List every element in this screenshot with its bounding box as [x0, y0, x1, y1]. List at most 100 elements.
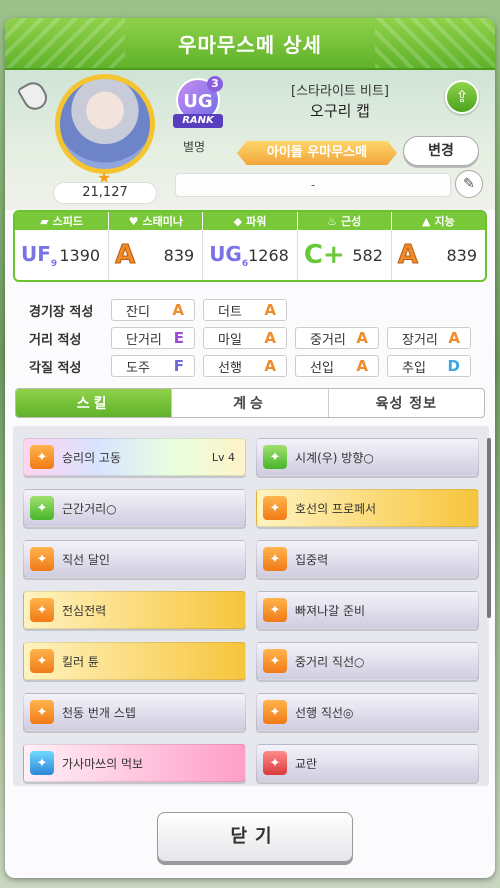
stat-grade: C+ [303, 240, 345, 270]
muscle-icon: ◆ [233, 214, 243, 228]
character-title: [스타라이트 비트] [291, 84, 389, 99]
shoe-icon: ▰ [40, 214, 49, 228]
share-icon: ⇪ [455, 87, 469, 106]
skill-name: 근간거리○ [62, 501, 117, 516]
character-portrait [60, 79, 150, 169]
skill-name: 교란 [295, 756, 318, 771]
aptitude-turf: 잔디 A [111, 299, 195, 321]
aptitude-dirt: 더트 A [203, 299, 287, 321]
aptitude-leader: 선행 A [203, 355, 287, 377]
tab-skills[interactable]: 스킬 [16, 389, 173, 417]
skill-icon: ✦ [30, 751, 54, 775]
aptitude-betweener: 선입 A [295, 355, 379, 377]
rank-badge-level: 3 [207, 76, 223, 92]
aptitude-label: 각질 적성 [29, 360, 82, 376]
pencil-icon: ✎ [463, 176, 475, 192]
detail-panel: 우마무스메 상세 ★ 21,127 UG 3 RANK 별명 [스타라이트 비트… [5, 18, 495, 878]
aptitude-label: 경기장 적성 [29, 304, 94, 320]
skill-name: 직선 달인 [62, 552, 110, 567]
skill-card[interactable]: ✦ 전심전력 [23, 591, 246, 629]
portrait-frame[interactable] [55, 74, 155, 174]
stat-wit: A 839 [392, 230, 485, 280]
skill-list-scrollbar[interactable] [487, 438, 491, 618]
aptitude-mile: 마일 A [203, 327, 287, 349]
stats-header: ▰ 스피드 ♥ 스태미나 ◆ 파워 ♨ 근성 ▲ 지능 [15, 212, 485, 230]
edit-comment-button[interactable]: ✎ [455, 170, 483, 198]
skill-card[interactable]: ✦ 선행 직선◎ [256, 693, 479, 731]
skill-card[interactable]: ✦ 빠져나갈 준비 [256, 591, 479, 629]
character-name: 오구리 캡 [310, 102, 370, 120]
skill-card[interactable]: ✦ 가사마쓰의 먹보 [23, 744, 246, 782]
nickname-ribbon: 아이돌 우마무스메 [237, 141, 397, 165]
skill-card[interactable]: ✦ 천동 번개 스텝 [23, 693, 246, 731]
aptitude-row-distance: 거리 적성 단거리 E 마일 A 중거리 A 장거리 A [29, 324, 479, 352]
skill-icon: ✦ [263, 649, 287, 673]
skill-name: 선행 직선◎ [295, 705, 354, 720]
stat-header-speed: ▰ 스피드 [15, 212, 110, 230]
window-title: 우마무스메 상세 [5, 18, 495, 70]
skill-name: 승리의 고동 [62, 450, 122, 465]
skill-card[interactable]: ✦ 근간거리○ [23, 489, 246, 527]
skill-name: 천동 번개 스텝 [62, 705, 136, 720]
flame-icon: ♨ [327, 214, 338, 228]
skill-icon: ✦ [30, 445, 54, 469]
stat-grade: A [115, 240, 136, 271]
rank-badge: UG 3 RANK [173, 76, 223, 134]
stat-stamina: A 839 [109, 230, 204, 280]
profile-header: ★ 21,127 UG 3 RANK 별명 [스타라이트 비트] 오구리 캡 ⇪… [5, 70, 495, 210]
close-button[interactable]: 닫기 [157, 812, 353, 862]
stat-header-wit: ▲ 지능 [422, 214, 455, 229]
skill-card[interactable]: ✦ 직선 달인 [23, 540, 246, 578]
stat-speed: UF9 1390 [15, 230, 110, 280]
skill-icon: ✦ [263, 547, 287, 571]
skill-icon: ✦ [263, 751, 287, 775]
stats-values: UF9 1390 A 839 UG6 1268 C+ 582 A 839 [15, 230, 485, 280]
stat-header-guts: ♨ 근성 [298, 212, 392, 230]
skill-card[interactable]: ✦ 킬러 튠 [23, 642, 246, 680]
skill-card[interactable]: ✦ 집중력 [256, 540, 479, 578]
skill-name: 시계(우) 방향○ [295, 450, 374, 465]
aptitude-row-track: 경기장 적성 잔디 A 더트 A [29, 296, 479, 324]
skill-name: 킬러 튠 [62, 654, 99, 669]
skill-card[interactable]: ✦ 승리의 고동 Lv 4 [23, 438, 246, 476]
skill-icon: ✦ [263, 700, 287, 724]
fan-count: 21,127 [53, 182, 157, 204]
aptitude-label: 거리 적성 [29, 332, 82, 348]
stat-header-stamina: ♥ 스태미나 [109, 212, 204, 230]
skill-name: 빠져나갈 준비 [295, 603, 366, 618]
aptitude-sprint: 단거리 E [111, 327, 195, 349]
stat-value: 1390 [59, 245, 101, 265]
skill-card[interactable]: ✦ 호선의 프로페서 [256, 489, 479, 527]
carrot-icon [16, 77, 52, 115]
aptitude-runner: 도주 F [111, 355, 195, 377]
stat-grade: UF9 [21, 241, 58, 269]
aptitude-medium: 중거리 A [295, 327, 379, 349]
skill-icon: ✦ [263, 496, 287, 520]
rank-label: RANK [173, 114, 223, 128]
share-button[interactable]: ⇪ [445, 80, 479, 114]
skill-icon: ✦ [30, 547, 54, 571]
skill-card[interactable]: ✦ 교란 [256, 744, 479, 782]
skill-card[interactable]: ✦ 중거리 직선○ [256, 642, 479, 680]
skill-level: Lv 4 [211, 450, 235, 464]
skill-icon: ✦ [30, 700, 54, 724]
tab-training-info[interactable]: 육성 정보 [329, 389, 484, 417]
skill-icon: ✦ [30, 598, 54, 622]
skill-name: 중거리 직선○ [295, 654, 365, 669]
skill-name: 호선의 프로페서 [295, 501, 377, 516]
aptitude-section: 경기장 적성 잔디 A 더트 A 거리 적성 단거리 E 마일 A 중거리 A 장거리 A … [29, 296, 479, 380]
stat-header-power: ◆ 파워 [203, 212, 298, 230]
skill-list: ✦ 승리의 고동 Lv 4 ✦ 시계(우) 방향○ ✦ 근간거리○ ✦ 호선의 프로페서 ✦ 직선 … [13, 426, 489, 786]
stat-grade: UG6 [209, 241, 249, 269]
aptitude-row-style: 각질 적성 도주 F 선행 A 선입 A 추입 D [29, 352, 479, 380]
detail-tabs: 스킬 계승 육성 정보 [15, 388, 485, 418]
stat-value: 839 [446, 245, 478, 265]
stats-table: ▰ 스피드 ♥ 스태미나 ◆ 파워 ♨ 근성 ▲ 지능 UF9 1390 A 839 UG… [13, 210, 487, 282]
heart-icon: ♥ [128, 214, 139, 228]
aptitude-long: 장거리 A [387, 327, 471, 349]
skill-icon: ✦ [30, 496, 54, 520]
change-nickname-button[interactable]: 변경 [403, 136, 479, 166]
stat-grade: A [397, 240, 419, 271]
tab-inheritance[interactable]: 계승 [172, 389, 329, 417]
skill-card[interactable]: ✦ 시계(우) 방향○ [256, 438, 479, 476]
